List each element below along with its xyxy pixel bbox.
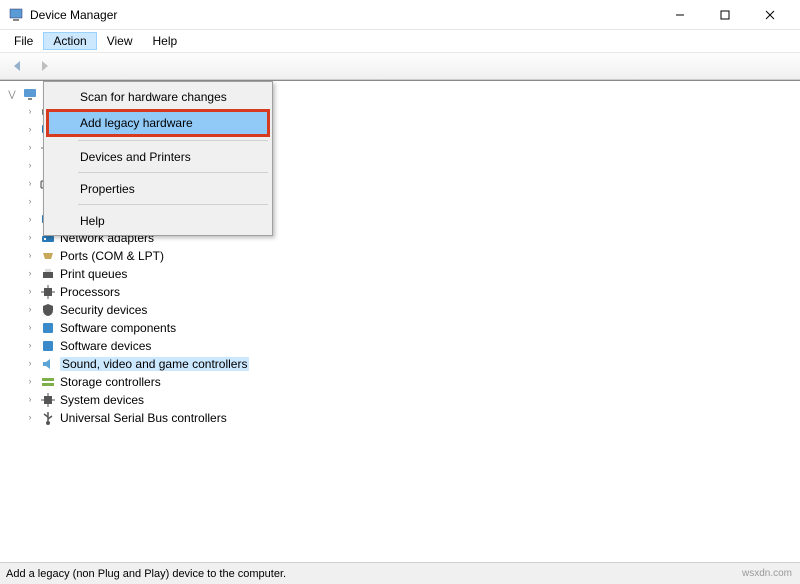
- toolbar: [0, 52, 800, 80]
- expander-icon[interactable]: ›: [24, 304, 36, 314]
- tree-item[interactable]: › Print queues: [6, 265, 794, 283]
- cpu-icon: [40, 284, 56, 300]
- dropdown-separator: [78, 204, 268, 205]
- menu-action[interactable]: Action: [43, 32, 96, 50]
- sound-icon: [40, 356, 56, 372]
- tree-item[interactable]: › Software devices: [6, 337, 794, 355]
- menubar: File Action View Help: [0, 30, 800, 52]
- titlebar: Device Manager: [0, 0, 800, 30]
- window-controls: [657, 0, 792, 30]
- menu-devices-printers[interactable]: Devices and Printers: [46, 144, 270, 169]
- menu-properties[interactable]: Properties: [46, 176, 270, 201]
- tree-item[interactable]: › Sound, video and game controllers: [6, 355, 794, 373]
- tree-item[interactable]: › Software components: [6, 319, 794, 337]
- forward-button[interactable]: [32, 54, 56, 78]
- expander-icon[interactable]: ›: [24, 322, 36, 332]
- content-area: ⋁ ›Disk drives›Display adapters›Firmware…: [0, 80, 800, 556]
- usb-icon: [40, 410, 56, 426]
- swcomp-icon: [40, 320, 56, 336]
- dropdown-separator: [78, 140, 268, 141]
- expander-icon[interactable]: ›: [24, 376, 36, 386]
- window-title: Device Manager: [30, 8, 657, 22]
- tree-item[interactable]: › Universal Serial Bus controllers: [6, 409, 794, 427]
- tree-item[interactable]: › System devices: [6, 391, 794, 409]
- action-dropdown: Scan for hardware changes Add legacy har…: [43, 81, 273, 236]
- expander-icon[interactable]: ›: [24, 196, 36, 206]
- expander-icon[interactable]: ›: [24, 160, 36, 170]
- back-button[interactable]: [6, 54, 30, 78]
- statusbar: Add a legacy (non Plug and Play) device …: [0, 562, 800, 584]
- expander-icon[interactable]: ›: [24, 232, 36, 242]
- tree-item-label: System devices: [60, 393, 144, 407]
- expander-icon[interactable]: ›: [24, 178, 36, 188]
- dropdown-separator: [78, 172, 268, 173]
- app-icon: [8, 7, 24, 23]
- expander-icon[interactable]: ›: [24, 340, 36, 350]
- expander-icon[interactable]: ›: [24, 268, 36, 278]
- maximize-button[interactable]: [702, 0, 747, 30]
- expander-icon[interactable]: ›: [24, 286, 36, 296]
- tree-item[interactable]: › Security devices: [6, 301, 794, 319]
- tree-item-label: Ports (COM & LPT): [60, 249, 164, 263]
- minimize-button[interactable]: [657, 0, 702, 30]
- tree-item-label: Processors: [60, 285, 120, 299]
- expander-icon[interactable]: ›: [24, 250, 36, 260]
- tree-item-label: Print queues: [60, 267, 127, 281]
- menu-scan-hardware[interactable]: Scan for hardware changes: [46, 84, 270, 109]
- tree-item-label: Security devices: [60, 303, 147, 317]
- tree-item-label: Sound, video and game controllers: [60, 357, 249, 371]
- tree-item[interactable]: › Ports (COM & LPT): [6, 247, 794, 265]
- ports-icon: [40, 248, 56, 264]
- watermark: wsxdn.com: [742, 568, 792, 579]
- expander-icon[interactable]: ›: [24, 358, 36, 368]
- tree-item[interactable]: › Processors: [6, 283, 794, 301]
- menu-file[interactable]: File: [4, 32, 43, 50]
- status-text: Add a legacy (non Plug and Play) device …: [6, 568, 286, 580]
- expander-icon[interactable]: ›: [24, 124, 36, 134]
- expander-icon[interactable]: ›: [24, 412, 36, 422]
- tree-item-label: Universal Serial Bus controllers: [60, 411, 227, 425]
- swdev-icon: [40, 338, 56, 354]
- storage-icon: [40, 374, 56, 390]
- security-icon: [40, 302, 56, 318]
- expander-icon[interactable]: ›: [24, 142, 36, 152]
- menu-help[interactable]: Help: [46, 208, 270, 233]
- menu-add-legacy-hardware[interactable]: Add legacy hardware: [46, 109, 270, 137]
- computer-icon: [22, 86, 38, 102]
- menu-view[interactable]: View: [97, 32, 143, 50]
- expander-icon[interactable]: ›: [24, 394, 36, 404]
- expander-icon[interactable]: ›: [24, 106, 36, 116]
- expander-icon[interactable]: ›: [24, 214, 36, 224]
- tree-item[interactable]: › Storage controllers: [6, 373, 794, 391]
- tree-item-label: Software components: [60, 321, 176, 335]
- tree-item-label: Software devices: [60, 339, 151, 353]
- close-button[interactable]: [747, 0, 792, 30]
- menu-help[interactable]: Help: [143, 32, 188, 50]
- tree-item-label: Storage controllers: [60, 375, 161, 389]
- expander-icon[interactable]: ⋁: [6, 89, 18, 100]
- system-icon: [40, 392, 56, 408]
- print-icon: [40, 266, 56, 282]
